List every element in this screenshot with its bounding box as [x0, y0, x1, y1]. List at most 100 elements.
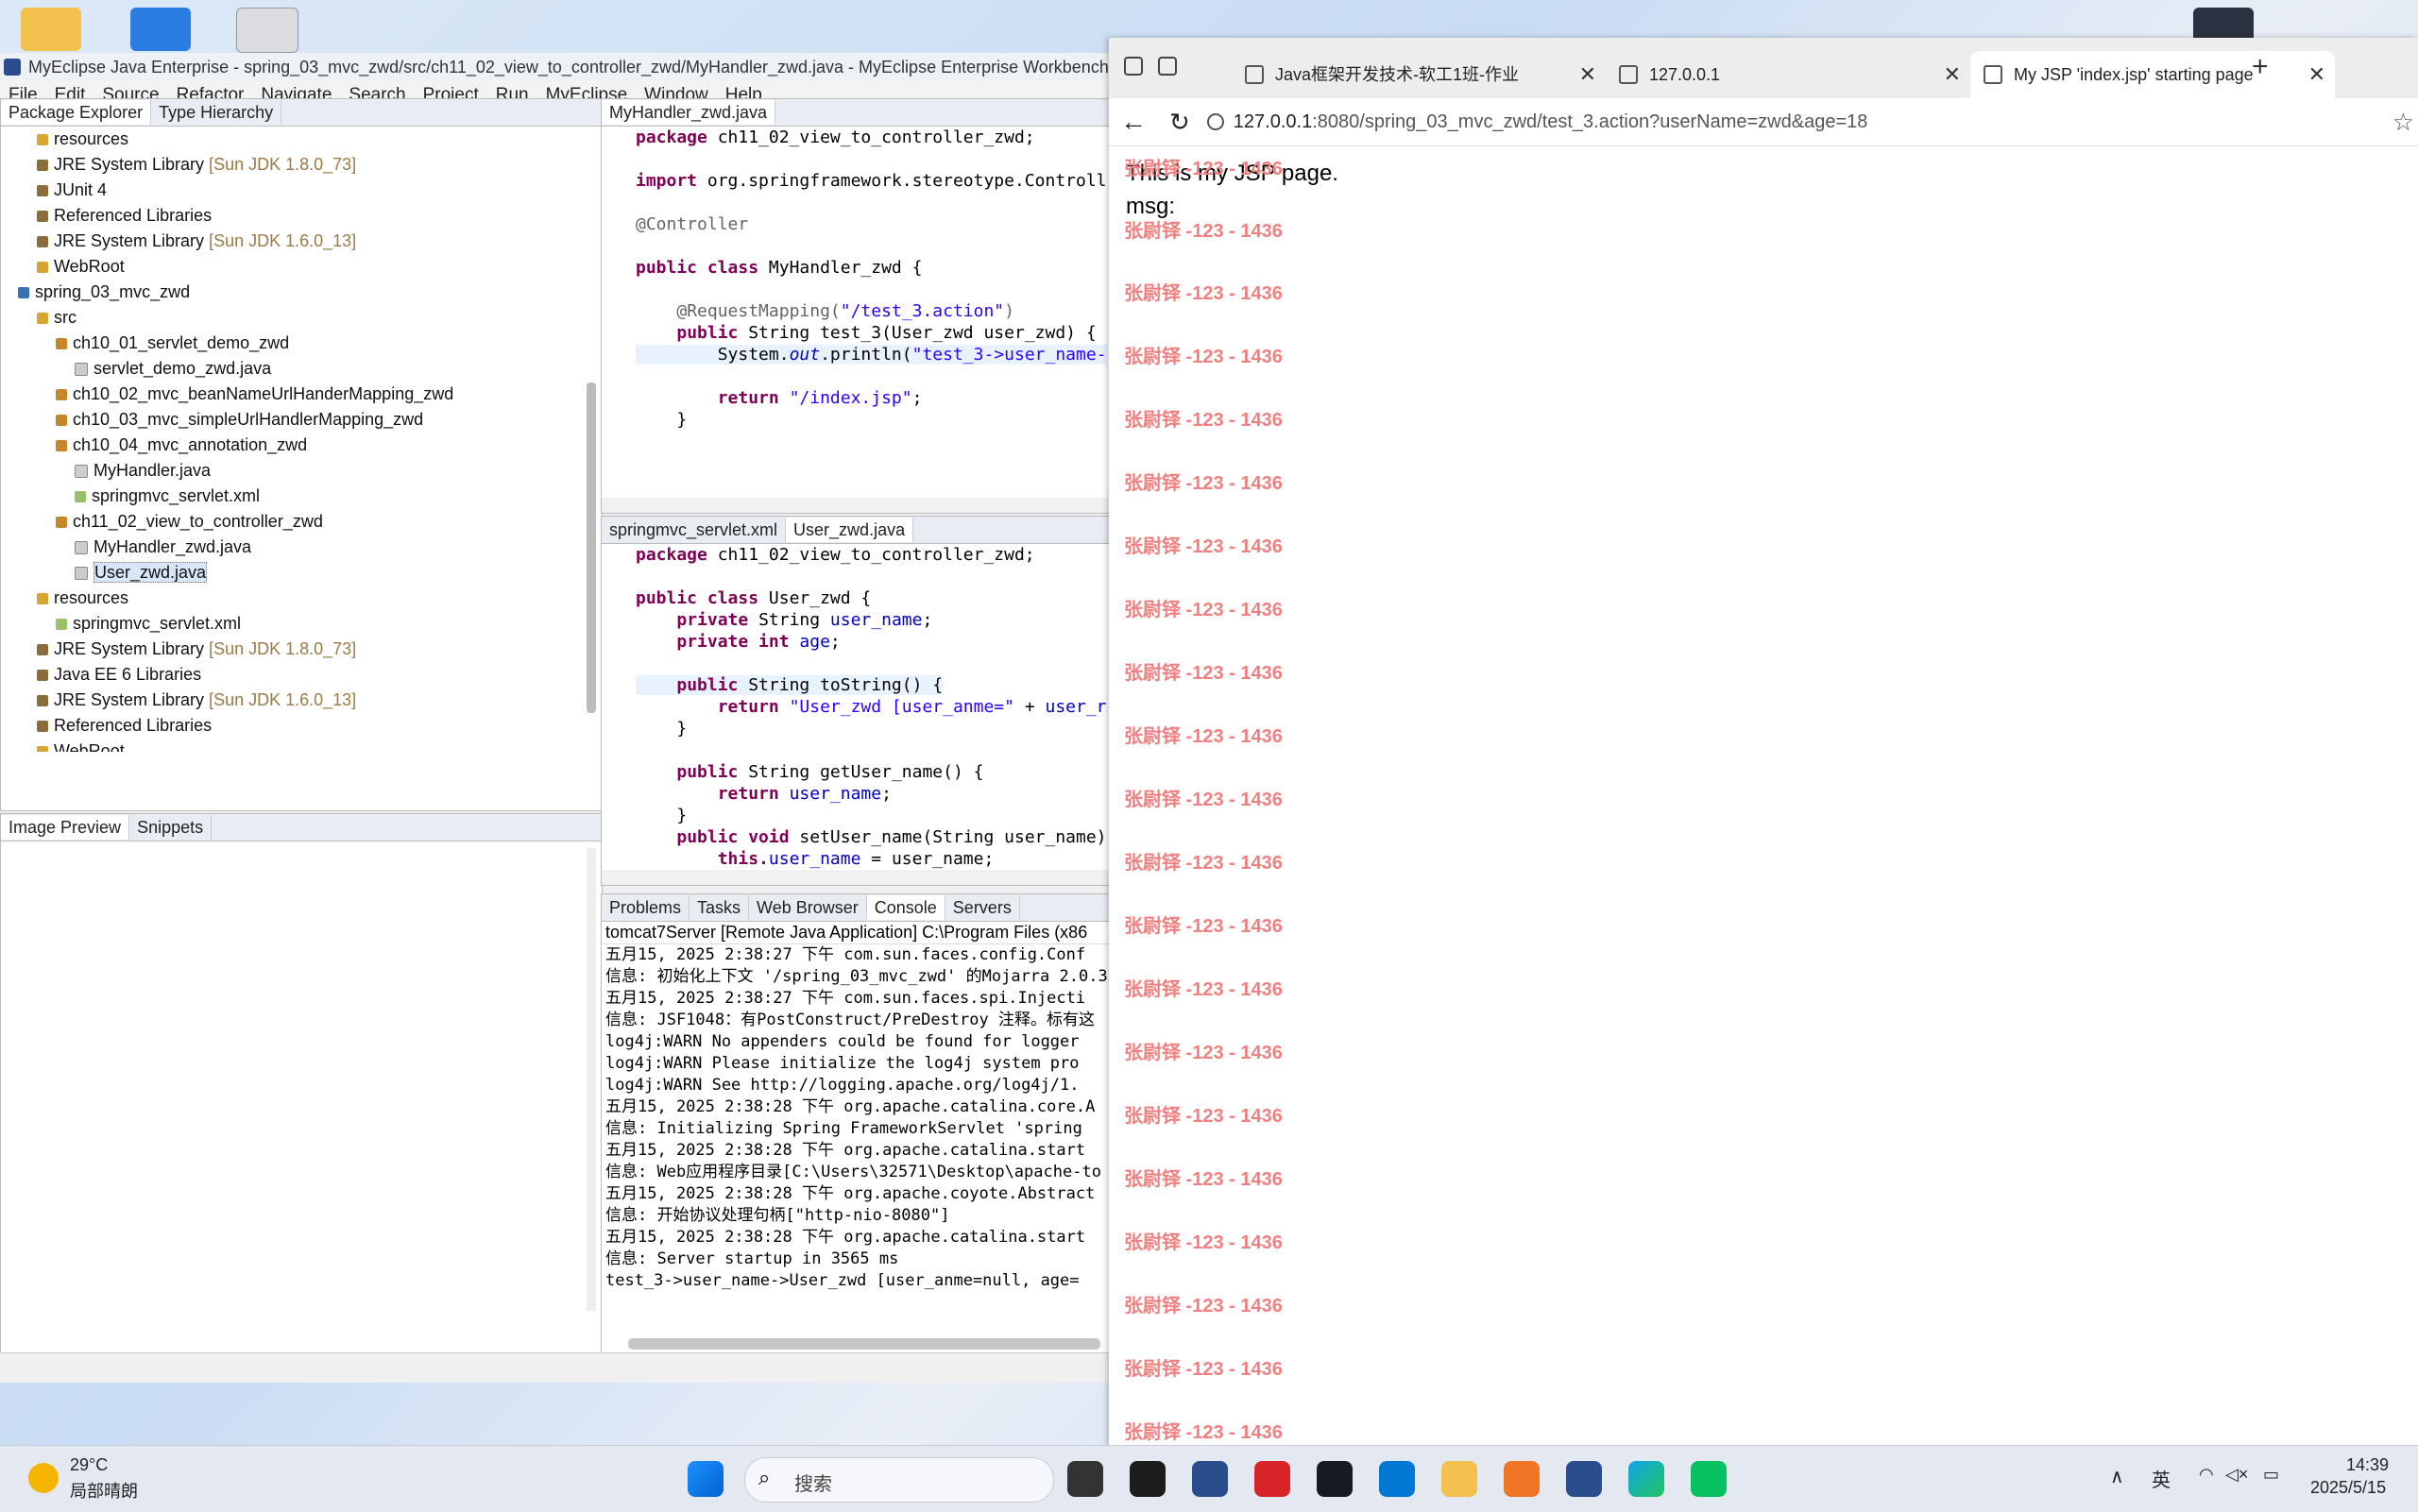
tab-servers[interactable]: Servers: [945, 895, 1020, 920]
battery-icon[interactable]: ▭: [2263, 1465, 2279, 1485]
site-info-icon[interactable]: [1206, 113, 1224, 130]
store-icon[interactable]: [1379, 1461, 1415, 1497]
close-tab-icon[interactable]: ✕: [1944, 51, 1961, 98]
tree-item[interactable]: servlet_demo_zwd.java: [1, 356, 602, 382]
tree-item[interactable]: JUnit 4: [1, 178, 602, 203]
code-token: "/index.jsp": [789, 388, 912, 408]
library-icon: [37, 721, 48, 733]
clock-time[interactable]: 14:39: [2346, 1455, 2389, 1475]
tree-item[interactable]: Referenced Libraries: [1, 713, 602, 739]
tree-item[interactable]: src: [1, 305, 602, 331]
java-file-icon: [75, 541, 88, 555]
tree-item[interactable]: JRE System Library [Sun JDK 1.6.0_13]: [1, 688, 602, 713]
tree-item-selected[interactable]: User_zwd.java: [1, 560, 602, 586]
tree-item[interactable]: JRE System Library [Sun JDK 1.8.0_73]: [1, 152, 602, 178]
start-icon[interactable]: [688, 1461, 724, 1497]
close-tab-icon[interactable]: ✕: [1579, 51, 1596, 98]
editor1-hscroll[interactable]: [602, 498, 1110, 513]
weather-icon[interactable]: [28, 1463, 59, 1493]
tab-actions-icon[interactable]: [1158, 57, 1177, 76]
search-box[interactable]: ⌕ 搜索: [744, 1457, 1054, 1503]
tab-package-explorer[interactable]: Package Explorer: [1, 100, 152, 125]
refresh-icon[interactable]: ↻: [1169, 108, 1190, 137]
tree-item[interactable]: WebRoot: [1, 739, 602, 752]
wechat-icon[interactable]: [1691, 1461, 1727, 1497]
postman-icon[interactable]: [1504, 1461, 1540, 1497]
favorite-star-icon[interactable]: ☆: [2392, 108, 2414, 137]
tree-item[interactable]: ch10_04_mvc_annotation_zwd: [1, 433, 602, 458]
myeclipse-icon[interactable]: [1192, 1461, 1228, 1497]
intellij-icon[interactable]: [1130, 1461, 1166, 1497]
tree-scrollbar[interactable]: [587, 382, 596, 713]
console-hscroll[interactable]: [628, 1338, 1100, 1350]
watermark-text: 张尉铎 -123 - 1436: [1124, 979, 1283, 1000]
tree-item[interactable]: spring_03_mvc_zwd: [1, 280, 602, 305]
photos-desktop-icon[interactable]: [130, 8, 191, 51]
tree-item[interactable]: JRE System Library [Sun JDK 1.6.0_13]: [1, 229, 602, 254]
code-token: +: [1013, 697, 1046, 717]
ime-indicator[interactable]: 英: [2152, 1465, 2171, 1492]
tree-item[interactable]: Java EE 6 Libraries: [1, 662, 602, 688]
code-token: @Controller: [636, 214, 749, 234]
code-token: org.springframework.stereotype.Controll: [707, 171, 1107, 191]
tree-item[interactable]: MyHandler.java: [1, 458, 602, 484]
edge-icon[interactable]: [1628, 1461, 1664, 1497]
tree-item[interactable]: ch11_02_view_to_controller_zwd: [1, 509, 602, 535]
settings-desktop-icon[interactable]: [236, 8, 298, 53]
code-token: package: [636, 127, 718, 147]
tab-type-hierarchy[interactable]: Type Hierarchy: [151, 100, 282, 125]
code-token: setUser_name(String user_name): [799, 827, 1107, 847]
code-token: "/test_3.action": [840, 301, 1005, 321]
clock-date[interactable]: 2025/5/15: [2310, 1478, 2386, 1498]
tab-web-browser[interactable]: Web Browser: [749, 895, 867, 920]
preview-scrollbar[interactable]: [587, 848, 596, 1311]
tree-item[interactable]: springmvc_servlet.xml: [1, 484, 602, 509]
console-line: 信息: Server startup in 3565 ms: [605, 1249, 899, 1268]
tree-item[interactable]: resources: [1, 127, 602, 152]
code-area[interactable]: package ch11_02_view_to_controller_zwd; …: [602, 544, 1110, 870]
code-area[interactable]: package ch11_02_view_to_controller_zwd; …: [602, 127, 1110, 431]
folder-desktop-icon[interactable]: [21, 8, 81, 51]
tree-item[interactable]: springmvc_servlet.xml: [1, 611, 602, 637]
console-output[interactable]: 五月15, 2025 2:38:27 下午 com.sun.faces.conf…: [602, 944, 1110, 1292]
tree-item[interactable]: ch10_01_servlet_demo_zwd: [1, 331, 602, 356]
browser-tab-jsp[interactable]: My JSP 'index.jsp' starting page ✕: [1970, 51, 2335, 98]
tab-myhandler-java[interactable]: MyHandler_zwd.java: [602, 100, 776, 125]
myeclipse-window-icon[interactable]: [1566, 1461, 1602, 1497]
workspaces-icon[interactable]: [1124, 57, 1143, 76]
tab-problems[interactable]: Problems: [602, 895, 690, 920]
tab-image-preview[interactable]: Image Preview: [1, 815, 130, 840]
steam-icon[interactable]: [1317, 1461, 1353, 1497]
tree-item[interactable]: resources: [1, 586, 602, 611]
browser-tab-localhost[interactable]: 127.0.0.1 ✕: [1606, 51, 1970, 98]
tab-springmvc-xml[interactable]: springmvc_servlet.xml: [602, 518, 787, 542]
browser-tab-assignment[interactable]: Java框架开发技术-软工1班-作业 ✕: [1232, 51, 1606, 98]
close-tab-icon[interactable]: ✕: [2308, 51, 2325, 98]
tree-item[interactable]: Referenced Libraries: [1, 203, 602, 229]
back-icon[interactable]: ←: [1120, 107, 1147, 137]
netease-music-icon[interactable]: [1254, 1461, 1290, 1497]
tree-item[interactable]: MyHandler_zwd.java: [1, 535, 602, 560]
tab-snippets[interactable]: Snippets: [129, 815, 213, 840]
ide-title-bar: MyEclipse Java Enterprise - spring_03_mv…: [0, 53, 1109, 81]
browser-window: Java框架开发技术-软工1班-作业 ✕ 127.0.0.1 ✕ My JSP …: [1109, 38, 2418, 1445]
tree-item[interactable]: ch10_03_mvc_simpleUrlHandlerMapping_zwd: [1, 407, 602, 433]
tab-title: 127.0.0.1: [1649, 65, 1721, 84]
url-field[interactable]: 127.0.0.1:8080/spring_03_mvc_zwd/test_3.…: [1234, 111, 1868, 133]
tree-item[interactable]: ch10_02_mvc_beanNameUrlHanderMapping_zwd: [1, 382, 602, 407]
tab-tasks[interactable]: Tasks: [690, 895, 750, 920]
volume-muted-icon[interactable]: ◁×: [2225, 1465, 2248, 1485]
wifi-icon[interactable]: ◠: [2199, 1465, 2214, 1485]
watermark-text: 张尉铎 -123 - 1436: [1124, 1232, 1283, 1253]
editor2-hscroll[interactable]: [602, 870, 1110, 885]
code-token: .println(: [820, 345, 912, 365]
task-view-icon[interactable]: [1067, 1461, 1103, 1497]
tree-item[interactable]: JRE System Library [Sun JDK 1.8.0_73]: [1, 637, 602, 662]
file-explorer-icon[interactable]: [1441, 1461, 1477, 1497]
tray-expand-icon[interactable]: ∧: [2110, 1465, 2124, 1488]
tab-console[interactable]: Console: [866, 895, 945, 920]
code-token: public: [676, 675, 749, 695]
new-tab-icon[interactable]: +: [2252, 51, 2269, 83]
tab-user-java[interactable]: User_zwd.java: [786, 518, 914, 542]
tree-item[interactable]: WebRoot: [1, 254, 602, 280]
